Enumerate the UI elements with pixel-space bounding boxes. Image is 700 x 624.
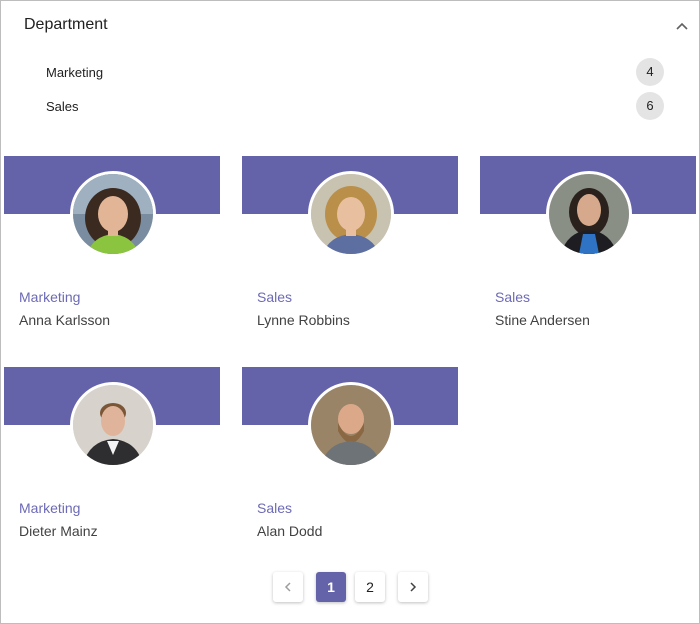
pager-page-2[interactable]: 2: [355, 572, 385, 602]
employee-card[interactable]: Marketing Anna Karlsson: [4, 156, 220, 346]
card-department: Sales: [495, 289, 531, 305]
avatar: [308, 171, 394, 257]
card-department: Marketing: [19, 500, 81, 516]
chevron-up-icon[interactable]: [674, 19, 690, 35]
chevron-right-icon: [410, 582, 417, 592]
department-facet-header[interactable]: Department: [1, 1, 699, 49]
facet-item-marketing[interactable]: Marketing 4: [1, 57, 699, 87]
card-name: Dieter Mainz: [19, 523, 98, 539]
card-department: Sales: [257, 500, 293, 516]
card-name: Stine Andersen: [495, 312, 590, 328]
card-department: Marketing: [19, 289, 81, 305]
pager-page-1[interactable]: 1: [316, 572, 346, 602]
employee-card[interactable]: Sales Stine Andersen: [480, 156, 696, 346]
facet-item-label: Sales: [46, 99, 79, 114]
employee-card[interactable]: Sales Alan Dodd: [242, 367, 458, 557]
pager-prev-button[interactable]: [273, 572, 303, 602]
facet-count-badge: 4: [636, 58, 664, 86]
avatar: [308, 382, 394, 468]
avatar: [70, 171, 156, 257]
facet-item-sales[interactable]: Sales 6: [1, 91, 699, 121]
facet-title: Department: [24, 16, 108, 33]
pager-next-button[interactable]: [398, 572, 428, 602]
facet-count-badge: 6: [636, 92, 664, 120]
card-name: Lynne Robbins: [257, 312, 350, 328]
card-name: Anna Karlsson: [19, 312, 111, 328]
card-name: Alan Dodd: [257, 523, 323, 539]
avatar: [70, 382, 156, 468]
avatar: [546, 171, 632, 257]
facet-item-label: Marketing: [46, 65, 104, 80]
employee-card[interactable]: Marketing Dieter Mainz: [4, 367, 220, 557]
employee-card[interactable]: Sales Lynne Robbins: [242, 156, 458, 346]
listview-container: Department Marketing 4 Sales 6 Marketing: [0, 0, 700, 624]
card-department: Sales: [257, 289, 293, 305]
chevron-left-icon: [284, 582, 291, 592]
